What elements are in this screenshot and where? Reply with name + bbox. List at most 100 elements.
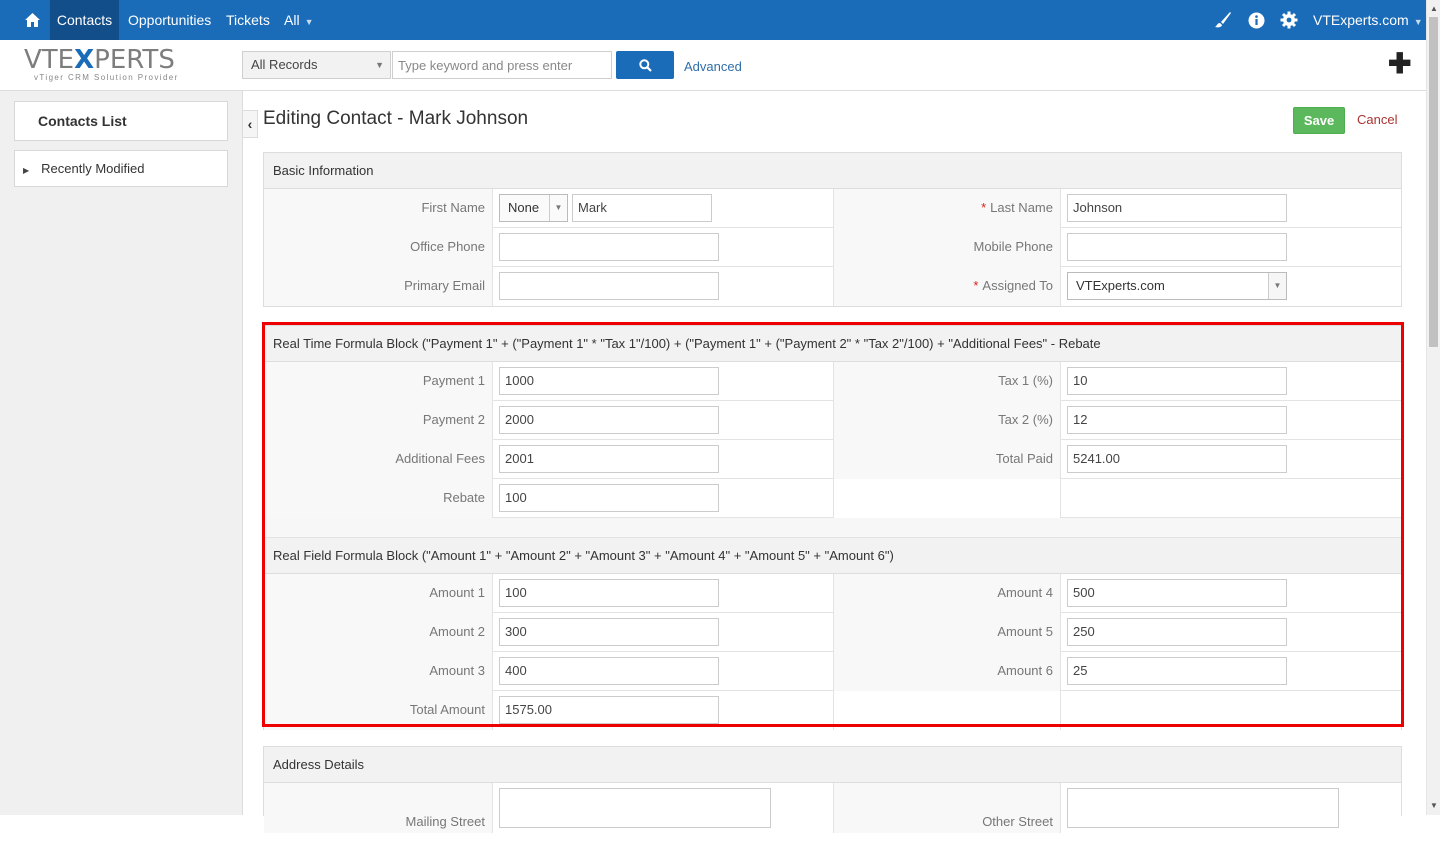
salutation-select[interactable]: None ▼ [499, 194, 568, 222]
field-value: 500 [1061, 574, 1402, 613]
field-value [1061, 783, 1402, 833]
mailing-street-textarea[interactable] [499, 788, 771, 828]
field-value: 100 [493, 574, 834, 613]
field-value: 400 [493, 652, 834, 691]
logo-subtitle: vTiger CRM Solution Provider [34, 73, 179, 82]
user-name: VTExperts.com [1313, 12, 1409, 28]
field-value: 1575.00 [493, 691, 834, 730]
sidebar-item-recently-modified[interactable]: ▶ Recently Modified [14, 150, 228, 187]
amount-3-input[interactable]: 400 [499, 657, 719, 685]
rebate-input[interactable]: 100 [499, 484, 719, 512]
form-row: Additional Fees 2001 Total Paid 5241.00 [264, 440, 1401, 479]
form-row: Mailing Street Other Street [264, 783, 1401, 833]
amount-1-input[interactable]: 100 [499, 579, 719, 607]
payment-1-input[interactable]: 1000 [499, 367, 719, 395]
field-value [493, 228, 834, 267]
total-amount-input[interactable]: 1575.00 [499, 696, 719, 724]
field-label: Payment 1 [264, 362, 493, 401]
plus-icon[interactable]: ✚ [1388, 50, 1411, 78]
save-button[interactable]: Save [1293, 107, 1345, 134]
field-label: Amount 2 [264, 613, 493, 652]
amount-5-input[interactable]: 250 [1067, 618, 1287, 646]
form-row: Amount 1 100 Amount 4 500 [264, 574, 1401, 613]
logo-text: VTEXPERTS [24, 45, 175, 75]
amount-6-input[interactable]: 25 [1067, 657, 1287, 685]
field-value: 300 [493, 613, 834, 652]
empty-cell [1061, 691, 1402, 730]
field-label: Office Phone [264, 228, 493, 267]
field-label: Tax 2 (%) [834, 401, 1061, 440]
form-row: Payment 2 2000 Tax 2 (%) 12 [264, 401, 1401, 440]
field-value [493, 783, 834, 833]
field-label: Rebate [264, 479, 493, 518]
field-label: Amount 1 [264, 574, 493, 613]
additional-fees-input[interactable]: 2001 [499, 445, 719, 473]
field-label: * Assigned To [834, 267, 1061, 306]
nav-contacts[interactable]: Contacts [50, 0, 119, 40]
empty-cell [1061, 479, 1402, 518]
brush-icon[interactable] [1214, 0, 1232, 40]
office-phone-input[interactable] [499, 233, 719, 261]
field-value: 10 [1061, 362, 1402, 401]
field-value [493, 267, 834, 306]
page-scrollbar[interactable]: ▲ ▼ [1426, 0, 1440, 815]
field-value: Johnson [1061, 189, 1402, 228]
top-navbar: Contacts Opportunities Tickets All ▼ VTEx… [0, 0, 1440, 40]
mobile-phone-input[interactable] [1067, 233, 1287, 261]
field-label-text: Assigned To [982, 278, 1053, 293]
form-row: Amount 3 400 Amount 6 25 [264, 652, 1401, 691]
first-name-input[interactable]: Mark [572, 194, 712, 222]
scroll-down-icon[interactable]: ▼ [1427, 799, 1440, 813]
nav-tickets[interactable]: Tickets [226, 0, 270, 40]
user-menu[interactable]: VTExperts.com ▼ [1313, 0, 1423, 40]
sidebar-title[interactable]: Contacts List [14, 101, 228, 141]
record-filter-select[interactable]: All Records ▼ [242, 51, 391, 79]
cancel-link[interactable]: Cancel [1357, 112, 1397, 127]
scrollbar-thumb[interactable] [1429, 17, 1438, 347]
other-street-textarea[interactable] [1067, 788, 1339, 828]
chevron-down-icon: ▼ [1268, 273, 1286, 299]
chevron-down-icon: ▼ [549, 195, 567, 221]
tax-2-input[interactable]: 12 [1067, 406, 1287, 434]
field-value: 25 [1061, 652, 1402, 691]
amount-4-input[interactable]: 500 [1067, 579, 1287, 607]
formula-blocks: Real Time Formula Block ("Payment 1" + (… [263, 325, 1402, 730]
empty-cell [834, 479, 1061, 518]
home-icon[interactable] [14, 0, 50, 40]
field-label: Mobile Phone [834, 228, 1061, 267]
primary-email-input[interactable] [499, 272, 719, 300]
block-title: Real Field Formula Block ("Amount 1" + "… [264, 538, 1401, 574]
address-details-block: Address Details Mailing Street Other Str… [263, 746, 1402, 833]
advanced-search-link[interactable]: Advanced [684, 59, 742, 74]
gear-icon[interactable] [1280, 0, 1298, 40]
logo[interactable]: VTEXPERTS vTiger CRM Solution Provider [24, 46, 184, 86]
field-value: 12 [1061, 401, 1402, 440]
payment-2-input[interactable]: 2000 [499, 406, 719, 434]
form-row: Payment 1 1000 Tax 1 (%) 10 [264, 362, 1401, 401]
assigned-to-select[interactable]: VTExperts.com ▼ [1067, 272, 1287, 300]
nav-opportunities[interactable]: Opportunities [128, 0, 211, 40]
total-paid-input[interactable]: 5241.00 [1067, 445, 1287, 473]
field-label: Amount 3 [264, 652, 493, 691]
collapse-sidebar-button[interactable]: ‹ [243, 110, 258, 138]
sidebar-item-label: Recently Modified [41, 161, 145, 176]
field-label-text: Last Name [990, 200, 1053, 215]
search-icon [638, 58, 652, 72]
field-value: 250 [1061, 613, 1402, 652]
record-filter-value: All Records [251, 57, 318, 72]
field-value: 5241.00 [1061, 440, 1402, 479]
field-label: First Name [264, 189, 493, 228]
field-label: Mailing Street [264, 783, 493, 833]
nav-all[interactable]: All ▼ [284, 0, 313, 40]
header-bar: VTEXPERTS vTiger CRM Solution Provider A… [0, 40, 1426, 91]
search-button[interactable] [616, 51, 674, 79]
search-input[interactable] [392, 51, 612, 79]
page-title: Editing Contact - Mark Johnson [263, 108, 529, 129]
last-name-input[interactable]: Johnson [1067, 194, 1287, 222]
chevron-left-icon: ‹ [247, 116, 253, 132]
scroll-up-icon[interactable]: ▲ [1427, 2, 1440, 16]
info-icon[interactable] [1248, 0, 1265, 40]
caret-right-icon: ▶ [23, 166, 30, 175]
amount-2-input[interactable]: 300 [499, 618, 719, 646]
tax-1-input[interactable]: 10 [1067, 367, 1287, 395]
